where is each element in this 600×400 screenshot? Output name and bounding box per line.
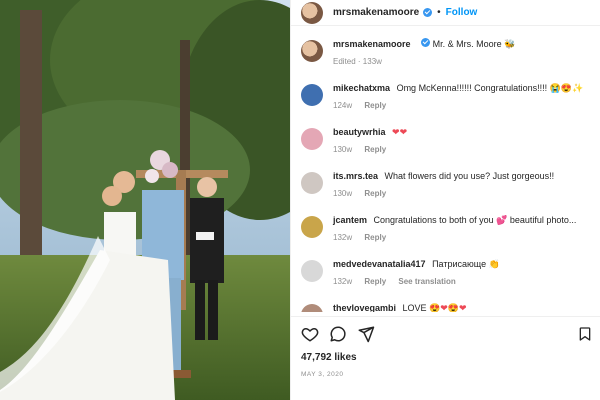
avatar[interactable] [301, 128, 323, 150]
comment-text: mikechatxma Omg McKenna!!!!!! Congratula… [333, 82, 583, 112]
comment-emoji: 😍❤😍❤ [429, 303, 467, 312]
reply-link[interactable]: Reply [364, 277, 386, 286]
share-icon[interactable] [357, 325, 375, 343]
comment-emoji: 👏 [488, 259, 500, 269]
caption-edited: Edited · 133w [333, 57, 382, 66]
comment-text: thevlovegambi LOVE 😍❤😍❤ [333, 302, 467, 312]
list-item: thevlovegambi LOVE 😍❤😍❤ [291, 302, 600, 312]
list-item: jcantem Congratulations to both of you 💕… [291, 214, 600, 258]
comment-body: What flowers did you use? Just gorgeous!… [384, 171, 555, 181]
comment-meta: 130w Reply [333, 144, 407, 156]
comment-emoji: 💕 beautiful photo... [496, 215, 577, 225]
action-bar [301, 325, 375, 343]
post-footer: 47,792 likes MAY 3, 2020 [291, 316, 600, 400]
verified-icon [423, 8, 433, 17]
caption-username[interactable]: mrsmakenamoore [333, 39, 411, 49]
list-item: medvedevanatalia417 Патрисающе 👏 132w Re… [291, 258, 600, 302]
comment-emoji: ❤❤ [392, 127, 408, 137]
avatar[interactable] [301, 40, 323, 62]
post-header: mrsmakenamoore • Follow [291, 0, 600, 26]
heart-icon[interactable] [301, 325, 319, 343]
avatar[interactable] [301, 84, 323, 106]
comment-age: 132w [333, 277, 353, 286]
comment-username[interactable]: mikechatxma [333, 83, 390, 93]
separator-dot: • [437, 7, 441, 18]
avatar[interactable] [301, 172, 323, 194]
comment-age: 130w [333, 145, 353, 154]
comment-meta: 132w Reply [333, 232, 576, 244]
comment-username[interactable]: jcantem [333, 215, 367, 225]
comment-username[interactable]: its.mrs.tea [333, 171, 378, 181]
reply-link[interactable]: Reply [364, 233, 386, 242]
comment-body: LOVE [402, 303, 427, 312]
follow-button[interactable]: Follow [446, 7, 478, 18]
caption-body: Mr. & Mrs. Moore [432, 39, 502, 49]
bookmark-icon[interactable] [577, 325, 593, 343]
likes-count[interactable]: 47,792 likes [301, 352, 357, 363]
comment-age: 124w [333, 101, 353, 110]
reply-link[interactable]: Reply [364, 189, 386, 198]
list-item: beautywrhia ❤❤ 130w Reply [291, 126, 600, 170]
verified-icon [421, 38, 431, 47]
comment-username[interactable]: beautywrhia [333, 127, 386, 137]
comment-icon[interactable] [329, 325, 347, 343]
comment-text: medvedevanatalia417 Патрисающе 👏 132w Re… [333, 258, 500, 288]
comment-body: Congratulations to both of you [373, 215, 494, 225]
avatar[interactable] [301, 304, 323, 312]
comment-body: Omg McKenna!!!!!! Congratulations!!!! [396, 83, 548, 93]
avatar[interactable] [301, 260, 323, 282]
caption-text: mrsmakenamoore Mr. & Mrs. Moore 🐝 Edited… [333, 38, 515, 68]
comments-list[interactable]: mrsmakenamoore Mr. & Mrs. Moore 🐝 Edited… [291, 38, 600, 312]
avatar[interactable] [301, 1, 323, 24]
comment-username[interactable]: thevlovegambi [333, 303, 396, 312]
avatar[interactable] [301, 216, 323, 238]
instagram-post-window: mrsmakenamoore • Follow mrsmakenamoore M… [0, 0, 600, 400]
comment-text: its.mrs.tea What flowers did you use? Ju… [333, 170, 554, 200]
comment-meta: 124w Reply [333, 100, 583, 112]
wedding-photo-illustration [0, 0, 290, 400]
post-username[interactable]: mrsmakenamoore [333, 7, 419, 18]
comment-username[interactable]: medvedevanatalia417 [333, 259, 426, 269]
comment-emoji: 😭😍✨ [549, 83, 584, 93]
post-photo[interactable] [0, 0, 290, 400]
comment-text: beautywrhia ❤❤ 130w Reply [333, 126, 407, 156]
comment-text: jcantem Congratulations to both of you 💕… [333, 214, 576, 244]
reply-link[interactable]: Reply [364, 101, 386, 110]
caption: mrsmakenamoore Mr. & Mrs. Moore 🐝 Edited… [291, 38, 600, 82]
caption-meta: Edited · 133w [333, 56, 515, 68]
list-item: its.mrs.tea What flowers did you use? Ju… [291, 170, 600, 214]
list-item: mikechatxma Omg McKenna!!!!!! Congratula… [291, 82, 600, 126]
post-panel: mrsmakenamoore • Follow mrsmakenamoore M… [290, 0, 600, 400]
comment-meta: 132w Reply See translation [333, 276, 500, 288]
bee-emoji: 🐝 [504, 39, 516, 49]
comment-age: 132w [333, 233, 353, 242]
comment-body: Патрисающе [432, 259, 487, 269]
comment-age: 130w [333, 189, 353, 198]
comment-meta: 130w Reply [333, 188, 554, 200]
post-date: MAY 3, 2020 [301, 371, 344, 378]
reply-link[interactable]: Reply [364, 145, 386, 154]
see-translation-link[interactable]: See translation [398, 277, 455, 286]
